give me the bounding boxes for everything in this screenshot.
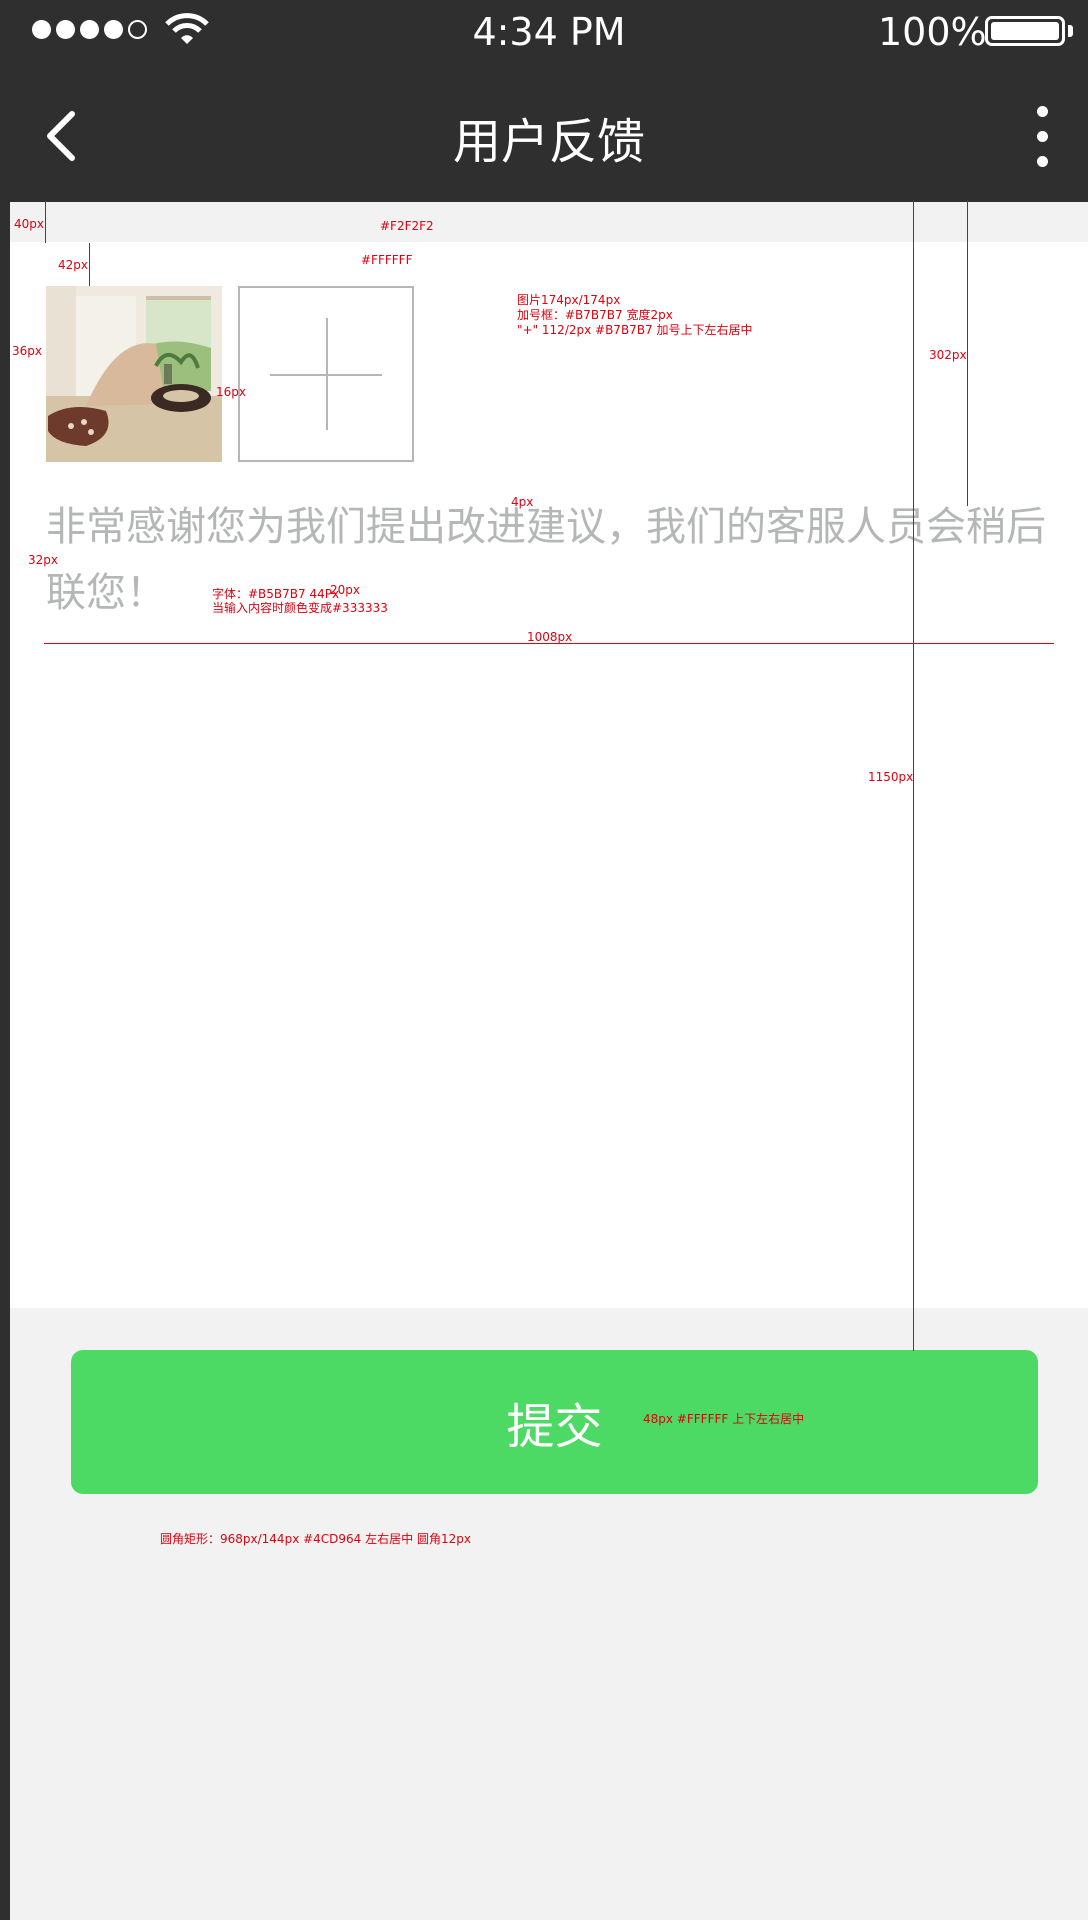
annotation-label: 1150px (868, 770, 914, 784)
feedback-panel (10, 242, 1088, 1308)
left-edge (0, 0, 10, 1920)
annotation-label: 48px #FFFFFF 上下左右居中 (643, 1412, 805, 1426)
annotation-label: 20px (330, 583, 360, 597)
annotation-label: "+" 112/2px #B7B7B7 加号上下左右居中 (517, 323, 753, 337)
annotation-line (45, 201, 46, 243)
plus-icon-vertical (326, 318, 328, 430)
annotation-label: 16px (216, 385, 246, 399)
battery-icon (985, 16, 1065, 46)
nav-bar: 用户反馈 (10, 64, 1088, 202)
annotation-label: 圆角矩形：968px/144px #4CD964 左右居中 圆角12px (160, 1532, 471, 1546)
annotation-label: 1008px (527, 630, 573, 644)
annotation-label: 40px (14, 217, 44, 231)
battery-tip (1068, 25, 1073, 37)
battery-percent: 100% (878, 10, 987, 54)
annotation-label: #FFFFFF (361, 253, 413, 267)
page-title: 用户反馈 (452, 114, 645, 170)
annotation-line (967, 200, 968, 506)
feedback-input[interactable] (44, 492, 1058, 1016)
annotation-label: 4px (511, 495, 534, 509)
annotation-label: 当输入内容时颜色变成#333333 (212, 601, 388, 615)
annotation-label: 32px (28, 553, 58, 567)
annotation-label: 302px (929, 348, 967, 362)
attached-photo[interactable] (46, 286, 222, 462)
annotation-label: #F2F2F2 (380, 219, 434, 233)
annotation-line (89, 243, 90, 286)
add-photo-button[interactable] (238, 286, 414, 462)
annotation-label: 36px (12, 344, 42, 358)
more-menu-icon[interactable] (1030, 106, 1054, 168)
annotation-label: 42px (58, 258, 88, 272)
submit-button[interactable]: 提交 (71, 1350, 1038, 1494)
status-bar: 4:34 PM 100% (10, 0, 1088, 64)
